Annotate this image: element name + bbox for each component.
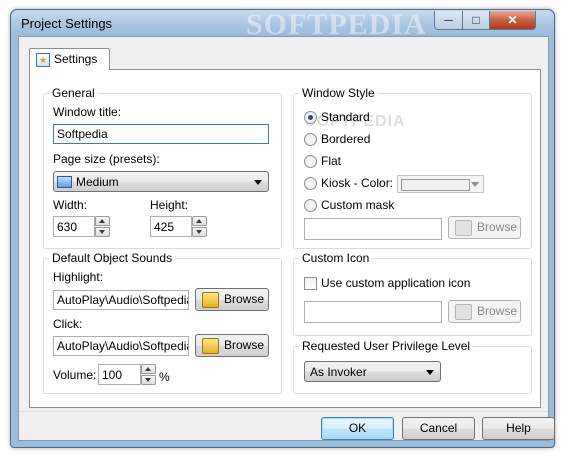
folder-icon — [202, 338, 219, 354]
settings-tab-icon: ★ — [36, 53, 50, 67]
folder-icon — [202, 292, 219, 308]
highlight-browse-label: Browse — [224, 292, 265, 306]
custom-icon-input[interactable] — [304, 301, 442, 323]
height-input[interactable]: 425 — [150, 216, 192, 237]
page-size-value: Medium — [76, 175, 119, 189]
settings-tab-panel: SOFTPEDIA General Window title: Softpedi… — [29, 69, 541, 408]
volume-spin-buttons[interactable] — [141, 364, 156, 385]
project-settings-window: Project Settings SOFTPEDIA ─ □ ✕ ★ Setti… — [10, 8, 555, 448]
highlight-label: Highlight: — [53, 270, 104, 284]
window-style-group-title: Window Style — [299, 86, 378, 100]
minimize-button[interactable]: ─ — [434, 11, 463, 30]
dialog-client-area: ★ Settings SOFTPEDIA General Window titl… — [18, 36, 555, 441]
volume-spinner[interactable]: 100 — [98, 364, 156, 385]
style-flat-label[interactable]: Flat — [321, 154, 341, 168]
click-browse-label: Browse — [224, 338, 265, 352]
click-label: Click: — [53, 317, 83, 331]
kiosk-color-dropdown[interactable] — [397, 175, 484, 193]
width-label: Width: — [53, 198, 88, 212]
custom-mask-input[interactable] — [304, 218, 442, 240]
highlight-browse-button[interactable]: Browse — [195, 288, 269, 311]
height-spin-buttons[interactable] — [192, 216, 207, 237]
height-decrement-button[interactable] — [192, 227, 207, 237]
privilege-group-title: Requested User Privilege Level — [299, 339, 474, 353]
page-size-label: Page size (presets): — [53, 152, 160, 166]
height-increment-button[interactable] — [192, 216, 207, 226]
highlight-sound-input[interactable]: AutoPlay\Audio\Softpedia.c — [53, 290, 189, 310]
style-standard-radio[interactable] — [304, 111, 317, 124]
height-label: Height: — [150, 198, 189, 212]
style-kiosk-radio[interactable] — [304, 177, 317, 190]
general-group: General Window title: Softpedia Page siz… — [43, 86, 282, 249]
tab-settings-label: Settings — [54, 52, 98, 66]
volume-increment-button[interactable] — [141, 364, 156, 374]
window-title-label: Window title: — [53, 105, 122, 119]
help-button[interactable]: Help — [482, 417, 555, 440]
style-standard-label[interactable]: Standard — [321, 110, 370, 124]
volume-unit: % — [159, 370, 170, 384]
width-spin-buttons[interactable] — [95, 216, 110, 237]
style-bordered-radio[interactable] — [304, 133, 317, 146]
style-custom-mask-label[interactable]: Custom mask — [321, 198, 394, 212]
height-spinner[interactable]: 425 — [150, 216, 207, 237]
folder-icon — [455, 304, 472, 320]
title-bar[interactable]: Project Settings SOFTPEDIA ─ □ ✕ — [11, 8, 554, 41]
style-flat-radio[interactable] — [304, 155, 317, 168]
page-size-dropdown[interactable]: Medium — [53, 171, 269, 192]
width-spinner[interactable]: 630 — [53, 216, 110, 237]
kiosk-color-swatch — [401, 179, 470, 191]
sounds-group-title: Default Object Sounds — [49, 251, 176, 265]
custom-mask-browse-button[interactable]: Browse — [448, 216, 521, 239]
privilege-level-value: As Invoker — [310, 365, 367, 379]
use-custom-icon-label[interactable]: Use custom application icon — [321, 276, 470, 290]
custom-icon-browse-button[interactable]: Browse — [448, 300, 521, 323]
button-row-separator — [19, 411, 548, 412]
monitor-icon — [57, 176, 72, 188]
window-style-group: Window Style Standard Bordered Flat Kios… — [293, 86, 532, 249]
volume-decrement-button[interactable] — [141, 375, 156, 385]
maximize-button[interactable]: □ — [462, 11, 490, 30]
ok-button[interactable]: OK — [321, 417, 394, 440]
width-decrement-button[interactable] — [95, 227, 110, 237]
chevron-down-icon — [254, 180, 262, 185]
custom-icon-browse-label: Browse — [477, 304, 518, 318]
width-increment-button[interactable] — [95, 216, 110, 226]
tab-settings[interactable]: ★ Settings — [29, 48, 110, 70]
custom-icon-group: Custom Icon Use custom application icon … — [293, 251, 532, 336]
style-bordered-label[interactable]: Bordered — [321, 132, 370, 146]
default-object-sounds-group: Default Object Sounds Highlight: AutoPla… — [43, 251, 282, 394]
click-sound-input[interactable]: AutoPlay\Audio\Softpedia_ — [53, 336, 189, 356]
privilege-level-dropdown[interactable]: As Invoker — [304, 361, 441, 382]
chevron-down-icon — [471, 182, 479, 187]
click-browse-button[interactable]: Browse — [195, 334, 269, 357]
close-button[interactable]: ✕ — [489, 11, 536, 30]
custom-mask-browse-label: Browse — [477, 220, 518, 234]
style-kiosk-label[interactable]: Kiosk - Color: — [321, 176, 393, 190]
custom-icon-group-title: Custom Icon — [299, 251, 373, 265]
folder-icon — [455, 220, 472, 236]
volume-label: Volume: — [53, 368, 97, 382]
general-group-title: General — [49, 86, 98, 100]
privilege-level-group: Requested User Privilege Level As Invoke… — [293, 339, 532, 394]
volume-input[interactable]: 100 — [98, 364, 141, 385]
width-input[interactable]: 630 — [53, 216, 95, 237]
use-custom-icon-checkbox[interactable] — [304, 277, 317, 290]
cancel-button[interactable]: Cancel — [402, 417, 475, 440]
window-title-input[interactable]: Softpedia — [53, 124, 269, 144]
style-custom-mask-radio[interactable] — [304, 199, 317, 212]
chevron-down-icon — [426, 370, 434, 375]
window-title: Project Settings — [21, 16, 113, 31]
